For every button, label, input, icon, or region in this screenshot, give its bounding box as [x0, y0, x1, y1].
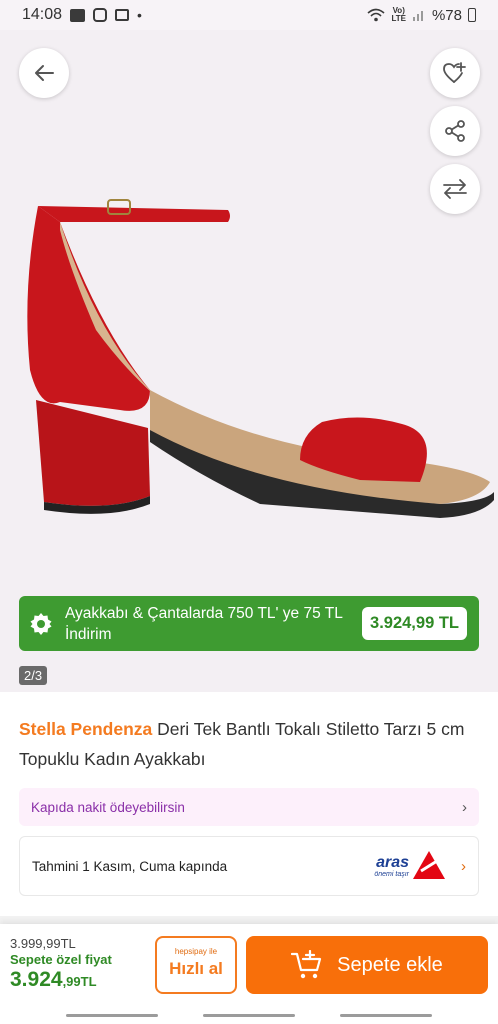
- nav-home-handle[interactable]: [203, 1014, 295, 1017]
- product-image[interactable]: Ayakkabı & Çantalarda 750 TL' ye 75 TL İ…: [0, 30, 498, 692]
- nav-back-handle[interactable]: [340, 1014, 432, 1017]
- delivery-estimate-text: Tahmini 1 Kasım, Cuma kapında: [32, 858, 228, 874]
- brand-link[interactable]: Stella Pendenza: [19, 719, 152, 739]
- lte-indicator: Vo) LTE: [391, 6, 406, 23]
- image-page-indicator: 2/3: [19, 666, 48, 685]
- share-button[interactable]: [430, 106, 480, 156]
- quick-buy-button[interactable]: hepsipay ile Hızlı al: [155, 936, 237, 994]
- carrier-name: aras: [376, 853, 409, 871]
- cart-special-price-label: Sepete özel fiyat: [10, 952, 112, 967]
- status-dot: •: [137, 7, 142, 23]
- wifi-icon: [367, 8, 385, 22]
- system-navigation-bar: [0, 1008, 498, 1024]
- promo-price: 3.924,99 TL: [362, 607, 467, 640]
- section-divider: [0, 916, 498, 924]
- instagram-icon: [93, 8, 108, 22]
- bottom-purchase-bar: 3.999,99TL Sepete özel fiyat 3.924,99TL …: [0, 924, 498, 1008]
- promo-text: Ayakkabı & Çantalarda 750 TL' ye 75 TL İ…: [65, 604, 343, 643]
- arrow-left-icon: [35, 65, 54, 81]
- cash-on-delivery-row[interactable]: Kapıda nakit ödeyebilirsin ›: [19, 788, 479, 826]
- gallery-icon: [115, 9, 130, 21]
- carrier-slogan: önemi taşır: [374, 870, 409, 878]
- battery-icon: [468, 8, 476, 22]
- share-icon: [445, 120, 465, 142]
- chevron-right-icon: ›: [462, 798, 467, 816]
- cart-plus-icon: [291, 950, 322, 979]
- chevron-right-icon: ›: [461, 857, 466, 875]
- delivery-estimate-row[interactable]: Tahmini 1 Kasım, Cuma kapında aras önemi…: [19, 836, 479, 896]
- add-to-cart-label: Sepete ekle: [337, 953, 443, 976]
- red-sandal-image: [27, 199, 494, 518]
- compare-button[interactable]: [430, 164, 480, 214]
- discount-badge-icon: [30, 612, 52, 635]
- status-time: 14:08: [22, 6, 63, 23]
- cart-special-price: 3.924,99TL: [10, 968, 97, 991]
- message-icon: [70, 8, 86, 22]
- nav-recents-handle[interactable]: [66, 1014, 158, 1017]
- product-detail-screen: 14:08 • Vo) LTE %78 Ayakkabı & Çantalard…: [0, 0, 498, 1024]
- battery-level: %78: [431, 6, 462, 24]
- product-title: Stella Pendenza Deri Tek Bantlı Tokalı S…: [19, 714, 479, 774]
- compare-arrows-icon: [443, 179, 467, 199]
- aras-kargo-logo: aras önemi taşır: [374, 849, 447, 883]
- aras-logo-icon: [413, 851, 445, 879]
- discount-promo-banner[interactable]: Ayakkabı & Çantalarda 750 TL' ye 75 TL İ…: [19, 596, 479, 651]
- old-price: 3.999,99TL: [10, 936, 76, 951]
- signal-icon: [412, 10, 423, 21]
- heart-plus-icon: [443, 62, 466, 83]
- status-bar: 14:08 • Vo) LTE %78: [0, 0, 498, 30]
- add-to-cart-button[interactable]: Sepete ekle: [246, 936, 488, 994]
- cash-on-delivery-text: Kapıda nakit ödeyebilirsin: [31, 799, 185, 815]
- quick-buy-label: Hızlı al: [169, 959, 223, 978]
- hepsipay-label: hepsipay ile: [174, 947, 218, 956]
- back-button[interactable]: [19, 48, 69, 98]
- favorite-button[interactable]: [430, 48, 480, 98]
